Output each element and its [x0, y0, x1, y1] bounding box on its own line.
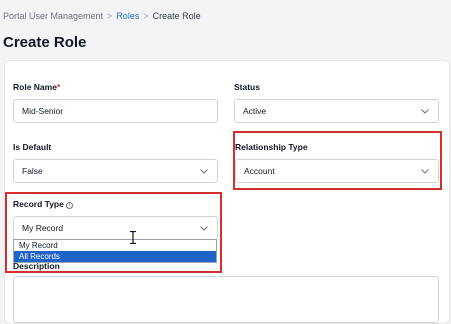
text-cursor-icon	[129, 230, 137, 249]
role-name-value: Mid-Senior	[22, 106, 64, 116]
breadcrumb-roles-link[interactable]: Roles	[116, 11, 139, 21]
breadcrumb: Portal User Management > Roles > Create Role	[3, 11, 201, 21]
relationship-type-select[interactable]: Account	[235, 159, 439, 183]
status-label: Status	[234, 82, 260, 92]
chevron-down-icon	[199, 223, 209, 233]
is-default-select[interactable]: False	[13, 159, 218, 183]
required-mark: *	[56, 82, 61, 92]
breadcrumb-root[interactable]: Portal User Management	[3, 11, 103, 21]
relationship-type-label: Relationship Type	[235, 142, 308, 152]
chevron-down-icon	[199, 166, 209, 176]
relationship-type-value: Account	[244, 166, 275, 176]
role-name-input[interactable]: Mid-Senior	[13, 99, 218, 123]
chevron-down-icon	[420, 166, 430, 176]
role-name-label: Role Name*	[13, 82, 61, 92]
breadcrumb-current: Create Role	[152, 11, 201, 21]
chevron-down-icon	[420, 106, 430, 116]
status-value: Active	[243, 106, 267, 116]
info-icon[interactable]: i	[65, 202, 73, 209]
option-my-record[interactable]: My Record	[14, 240, 216, 251]
record-type-label: Record Type i	[13, 199, 73, 209]
record-type-dropdown: My Record All Records	[13, 239, 217, 263]
record-type-select[interactable]: My Record	[13, 216, 218, 240]
is-default-value: False	[22, 166, 43, 176]
description-label: Description	[13, 261, 60, 271]
breadcrumb-separator: >	[143, 11, 149, 21]
description-textarea[interactable]	[13, 276, 439, 323]
page-title: Create Role	[3, 34, 87, 51]
breadcrumb-separator: >	[107, 11, 113, 21]
status-select[interactable]: Active	[234, 99, 439, 123]
is-default-label: Is Default	[13, 142, 52, 152]
record-type-value: My Record	[22, 223, 64, 233]
